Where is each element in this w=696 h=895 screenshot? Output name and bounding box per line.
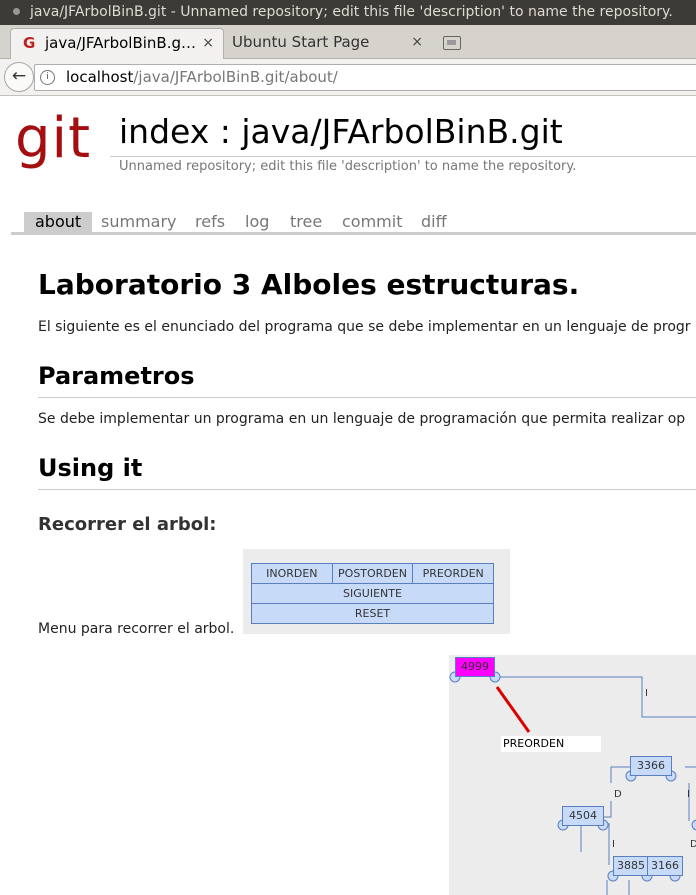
edge-label: I <box>645 688 648 699</box>
browser-navbar: ← i localhost/java/JFArbolBinB.git/about… <box>0 59 696 96</box>
section-divider <box>38 489 696 490</box>
window-titlebar: java/JFArbolBinB.git - Unnamed repositor… <box>0 0 696 25</box>
subheading-recorrer: Recorrer el arbol: <box>38 514 217 535</box>
menu-reset: RESET <box>252 604 493 623</box>
edge-label: I <box>612 839 615 850</box>
tab-close-icon[interactable]: × <box>411 28 423 57</box>
repo-description: Unnamed repository; edit this file 'desc… <box>119 159 577 174</box>
tab-refs[interactable]: refs <box>195 212 225 232</box>
tab-log[interactable]: log <box>245 212 269 232</box>
tree-node-root: 4999 <box>455 657 495 677</box>
tab-label: Ubuntu Start Page <box>232 33 370 51</box>
readme-heading: Laboratorio 3 Alboles estructuras. <box>38 268 580 301</box>
edge-root-right <box>495 676 696 718</box>
traversal-menu: INORDEN POSTORDEN PREORDEN SIGUIENTE RES… <box>251 563 494 624</box>
edge-label: D <box>690 839 696 850</box>
git-favicon-icon: G <box>23 34 36 52</box>
tree-node: 3885 <box>613 856 649 876</box>
tab-close-icon[interactable]: × <box>202 29 214 58</box>
traversal-pointer-line <box>495 686 531 733</box>
tab-about[interactable]: about <box>24 212 93 232</box>
url-bar[interactable]: i localhost/java/JFArbolBinB.git/about/ <box>34 64 696 91</box>
menu-inorden: INORDEN <box>252 564 332 583</box>
tab-summary[interactable]: summary <box>101 212 177 232</box>
repo-nav-tabs: about summary refs log tree commit diff <box>11 212 696 235</box>
window-title: java/JFArbolBinB.git - Unnamed repositor… <box>30 4 673 20</box>
tree-node: 3166 <box>647 856 683 876</box>
menu-caption: Menu para recorrer el arbol. <box>38 621 235 637</box>
menu-postorden: POSTORDEN <box>331 564 413 583</box>
title-divider <box>110 156 696 157</box>
edge-label: D <box>614 789 622 800</box>
menu-screenshot-image: INORDEN POSTORDEN PREORDEN SIGUIENTE RES… <box>243 549 510 634</box>
tree-node: 4504 <box>562 806 604 826</box>
window-close-icon[interactable] <box>13 8 20 15</box>
page-title: index : java/JFArbolBinB.git <box>119 112 563 151</box>
info-icon[interactable]: i <box>40 70 55 85</box>
menu-siguiente: SIGUIENTE <box>252 584 493 603</box>
url-path: /java/JFArbolBinB.git/about/ <box>133 68 338 86</box>
tree-screenshot-image: 4999 PREORDEN 3366 4504 3885 3166 I D I … <box>449 655 696 895</box>
tab-tree[interactable]: tree <box>290 212 322 232</box>
git-logo[interactable]: git <box>15 109 91 169</box>
url-text: localhost/java/JFArbolBinB.git/about/ <box>66 65 338 89</box>
url-host: localhost <box>66 68 134 86</box>
new-tab-icon[interactable] <box>443 36 461 50</box>
readme-paragraph-params: Se debe implementar un programa en un le… <box>38 411 686 427</box>
tab-diff[interactable]: diff <box>421 212 447 232</box>
edge-label: I <box>687 789 690 800</box>
tab-label: java/JFArbolBinB.g… <box>45 34 196 52</box>
readme-paragraph-intro: El siguiente es el enunciado del program… <box>38 319 691 335</box>
menu-preorden: PREORDEN <box>412 564 494 583</box>
tab-commit[interactable]: commit <box>342 212 402 232</box>
browser-tabstrip: G java/JFArbolBinB.g… × Ubuntu Start Pag… <box>0 25 696 59</box>
section-heading-parametros: Parametros <box>38 362 195 390</box>
node-connector <box>691 819 696 831</box>
section-divider <box>38 397 696 398</box>
back-arrow-icon[interactable]: ← <box>4 62 34 92</box>
tree-node: 3366 <box>630 756 672 776</box>
section-heading-using-it: Using it <box>38 454 143 482</box>
traversal-label: PREORDEN <box>501 736 601 752</box>
browser-tab-ubuntu[interactable]: Ubuntu Start Page × <box>228 28 432 58</box>
browser-tab-active[interactable]: G java/JFArbolBinB.g… × <box>10 28 224 59</box>
